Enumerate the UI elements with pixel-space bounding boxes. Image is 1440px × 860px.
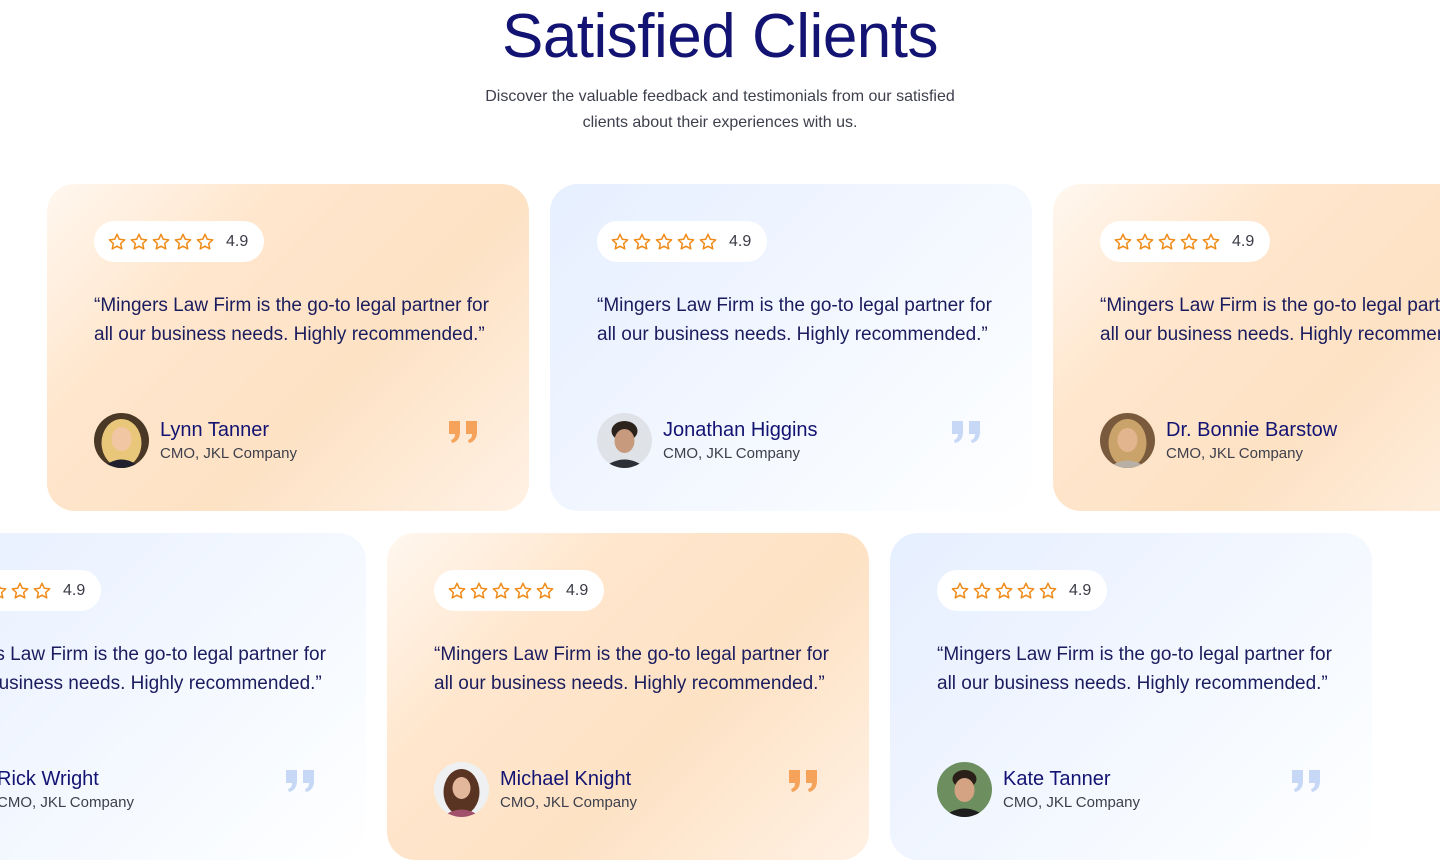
rating-badge: 4.9 [434, 570, 605, 611]
rating-badge: 4.9 [597, 221, 768, 262]
star-icon [698, 232, 718, 252]
star-rating [610, 232, 718, 252]
star-icon [654, 232, 674, 252]
testimonials-section: Satisfied Clients Discover the valuable … [0, 0, 1440, 860]
rating-badge: 4.9 [94, 221, 265, 262]
closing-quote-icon [448, 420, 479, 444]
testimonial-author: Dr. Bonnie Barstow CMO, JKL Company [1100, 413, 1337, 468]
rating-value: 4.9 [729, 232, 752, 250]
testimonial-author: Kate Tanner CMO, JKL Company [937, 762, 1140, 817]
closing-quote-icon [951, 420, 982, 444]
testimonial-quote: “Mingers Law Firm is the go-to legal par… [937, 644, 1332, 694]
testimonial-author: Lynn Tanner CMO, JKL Company [94, 413, 297, 468]
testimonial-quote: “Mingers Law Firm is the go-to legal par… [0, 644, 326, 694]
star-icon [447, 581, 467, 601]
author-name: Dr. Bonnie Barstow [1166, 418, 1338, 441]
star-icon [1201, 232, 1221, 252]
testimonial-card: 4.9 “Mingers Law Firm is the go-to legal… [890, 533, 1372, 860]
star-rating [1113, 232, 1221, 252]
star-icon [994, 581, 1014, 601]
star-icon [469, 581, 489, 601]
star-icon [950, 581, 970, 601]
rating-badge: 4.9 [0, 570, 102, 611]
star-icon [195, 232, 215, 252]
star-icon [107, 232, 127, 252]
testimonial-quote: “Mingers Law Firm is the go-to legal par… [1100, 295, 1440, 345]
star-icon [491, 581, 511, 601]
closing-quote-icon [285, 769, 316, 793]
star-icon [0, 581, 8, 601]
author-name: Rick Wright [0, 767, 99, 790]
rating-badge: 4.9 [937, 570, 1108, 611]
author-role: CMO, JKL Company [160, 444, 297, 462]
star-rating [0, 581, 52, 601]
star-icon [972, 581, 992, 601]
author-role: CMO, JKL Company [1166, 444, 1303, 462]
testimonial-author: Rick Wright CMO, JKL Company [0, 762, 134, 817]
star-icon [513, 581, 533, 601]
testimonial-card: 4.9 “Mingers Law Firm is the go-to legal… [0, 533, 366, 860]
star-icon [1038, 581, 1058, 601]
rating-value: 4.9 [566, 581, 589, 599]
author-name: Jonathan Higgins [663, 418, 818, 441]
section-subtitle: Discover the valuable feedback and testi… [485, 88, 955, 131]
star-icon [1135, 232, 1155, 252]
star-rating [950, 581, 1058, 601]
closing-quote-icon [1291, 769, 1322, 793]
author-role: CMO, JKL Company [663, 444, 800, 462]
section-header: Satisfied Clients Discover the valuable … [0, 0, 1440, 136]
star-icon [129, 232, 149, 252]
star-rating [107, 232, 215, 252]
star-icon [1179, 232, 1199, 252]
rating-value: 4.9 [226, 232, 249, 250]
author-name: Michael Knight [500, 767, 632, 790]
testimonial-quote: “Mingers Law Firm is the go-to legal par… [434, 644, 829, 694]
author-role: CMO, JKL Company [1003, 793, 1140, 811]
star-icon [10, 581, 30, 601]
star-icon [173, 232, 193, 252]
author-role: CMO, JKL Company [0, 793, 134, 811]
rating-badge: 4.9 [1100, 221, 1271, 262]
star-icon [32, 581, 52, 601]
star-rating [447, 581, 555, 601]
testimonial-author: Jonathan Higgins CMO, JKL Company [597, 413, 818, 468]
testimonial-card: 4.9 “Mingers Law Firm is the go-to legal… [387, 533, 869, 860]
star-icon [535, 581, 555, 601]
star-icon [632, 232, 652, 252]
rating-value: 4.9 [1232, 232, 1255, 250]
testimonial-card: 4.9 “Mingers Law Firm is the go-to legal… [1053, 184, 1440, 511]
author-name: Lynn Tanner [160, 418, 269, 441]
star-icon [610, 232, 630, 252]
testimonial-quote: “Mingers Law Firm is the go-to legal par… [94, 295, 489, 345]
author-role: CMO, JKL Company [500, 793, 637, 811]
avatar [434, 762, 489, 817]
star-icon [676, 232, 696, 252]
testimonial-quote: “Mingers Law Firm is the go-to legal par… [597, 295, 992, 345]
rating-value: 4.9 [63, 581, 86, 599]
testimonial-card: 4.9 “Mingers Law Firm is the go-to legal… [47, 184, 529, 511]
avatar [597, 413, 652, 468]
author-name: Kate Tanner [1003, 767, 1111, 790]
avatar [937, 762, 992, 817]
avatar [1100, 413, 1155, 468]
testimonial-author: Michael Knight CMO, JKL Company [434, 762, 637, 817]
page-title: Satisfied Clients [501, 2, 939, 71]
testimonial-card: 4.9 “Mingers Law Firm is the go-to legal… [550, 184, 1032, 511]
star-icon [1113, 232, 1133, 252]
star-icon [1157, 232, 1177, 252]
avatar [94, 413, 149, 468]
star-icon [151, 232, 171, 252]
star-icon [1016, 581, 1036, 601]
closing-quote-icon [788, 769, 819, 793]
rating-value: 4.9 [1069, 581, 1092, 599]
